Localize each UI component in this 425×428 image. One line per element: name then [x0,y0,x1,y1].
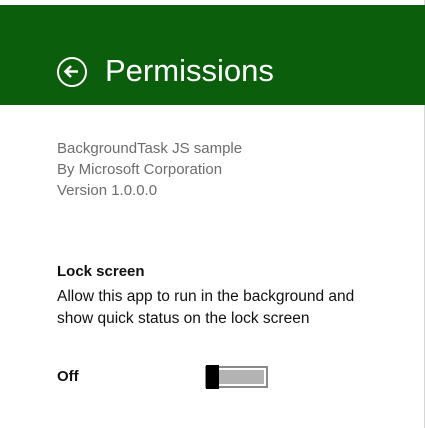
app-name: BackgroundTask JS sample [57,140,243,157]
back-arrow-icon [63,65,78,78]
app-info: BackgroundTask JS sample By Microsoft Co… [57,138,242,201]
back-button[interactable] [57,57,87,87]
lock-screen-description: Allow this app to run in the background … [57,288,355,327]
page-title: Permissions [105,53,274,88]
lock-screen-toggle[interactable] [205,365,268,389]
lock-screen-title: Lock screen [57,263,145,280]
permissions-pane: Permissions BackgroundTask JS sample By … [0,0,425,428]
header-bar: Permissions [0,5,425,105]
app-publisher: By Microsoft Corporation [57,161,223,178]
app-version: Version 1.0.0.0 [57,182,158,199]
toggle-thumb[interactable] [206,365,219,389]
toggle-track [219,370,264,384]
lock-screen-toggle-state: Off [57,368,79,385]
